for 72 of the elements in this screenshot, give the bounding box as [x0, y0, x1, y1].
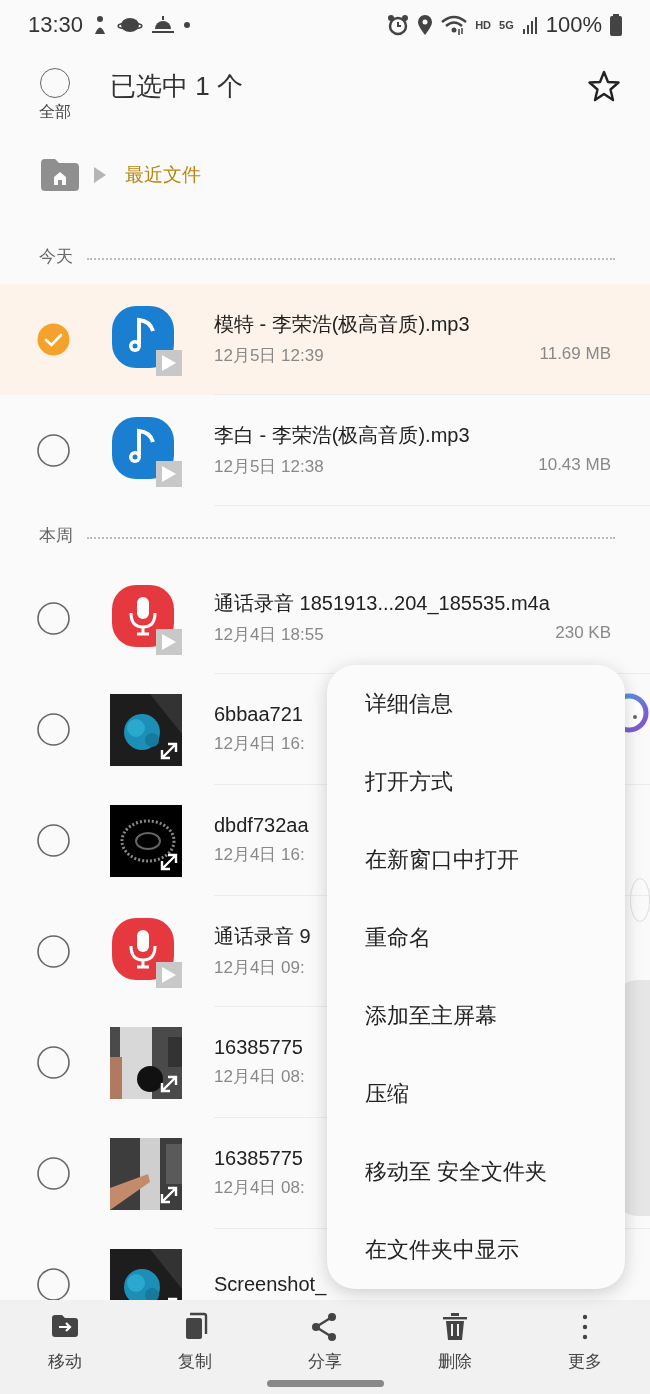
file-size: 10.43 MB	[538, 455, 611, 476]
menu-item[interactable]: 移动至 安全文件夹	[327, 1133, 625, 1211]
file-name: 6bbaa721	[214, 703, 303, 726]
planet-icon	[117, 15, 144, 35]
menu-item[interactable]: 添加至主屏幕	[327, 977, 625, 1055]
file-date: 12月4日 16:	[214, 844, 305, 866]
menu-item[interactable]: 详细信息	[327, 665, 625, 743]
file-row[interactable]: 模特 - 李荣浩(极高音质).mp3 12月5日 12:39 11.69 MB	[0, 284, 650, 395]
file-name: 16385775	[214, 1036, 303, 1059]
expand-icon	[160, 1185, 178, 1204]
checkbox[interactable]	[37, 434, 70, 467]
checkbox[interactable]	[37, 1157, 70, 1190]
file-date: 12月4日 08:	[214, 1066, 305, 1088]
file-date: 12月4日 08:	[214, 1177, 305, 1199]
battery-percent: 100%	[545, 12, 602, 38]
file-size: 11.69 MB	[539, 344, 611, 365]
network-label: HD	[475, 19, 492, 31]
network-label: 5G	[499, 19, 514, 31]
triangle-icon	[93, 166, 107, 184]
toolbar-action[interactable]: 复制	[130, 1300, 260, 1394]
file-date: 12月4日 18:55	[214, 624, 324, 646]
section-label: 本周	[39, 525, 73, 547]
home-folder-icon[interactable]	[41, 159, 79, 191]
file-name: 模特 - 李荣浩(极高音质).mp3	[214, 312, 470, 337]
location-icon	[417, 14, 434, 36]
menu-item[interactable]: 压缩	[327, 1055, 625, 1133]
play-badge-icon	[156, 628, 182, 655]
checkbox[interactable]	[37, 1046, 70, 1079]
expand-icon	[160, 852, 178, 871]
expand-icon	[160, 741, 178, 760]
file-date: 12月5日 12:39	[214, 345, 324, 367]
file-name: 通话录音 1851913...204_185535.m4a	[214, 591, 550, 617]
file-date: 12月4日 09:	[214, 957, 305, 979]
sunrise-icon	[151, 15, 176, 35]
play-badge-icon	[156, 961, 182, 988]
file-name: 通话录音 9	[214, 924, 311, 949]
file-name: 李白 - 李荣浩(极高音质).mp3	[214, 423, 470, 448]
section-label: 今天	[39, 246, 73, 268]
dot-icon	[183, 21, 192, 29]
selection-title: 已选中 1 个	[110, 69, 244, 103]
file-name: dbdf732aa	[214, 814, 309, 837]
file-name: 16385775	[214, 1147, 303, 1170]
signal-icon	[521, 15, 538, 35]
file-row[interactable]: 李白 - 李荣浩(极高音质).mp3 12月5日 12:38 10.43 MB	[0, 395, 650, 506]
wifi-icon	[441, 14, 468, 36]
menu-item[interactable]: 打开方式	[327, 743, 625, 821]
star-icon[interactable]	[588, 70, 620, 102]
toolbar-action[interactable]: 更多	[520, 1300, 650, 1394]
more-icon	[582, 1312, 588, 1342]
toolbar-action[interactable]: 移动	[0, 1300, 130, 1394]
expand-icon	[160, 1074, 178, 1093]
checkbox[interactable]	[37, 824, 70, 857]
play-badge-icon	[156, 460, 182, 487]
file-name: Screenshot_	[214, 1272, 327, 1296]
checked-checkbox[interactable]	[37, 323, 70, 356]
checkbox[interactable]	[37, 935, 70, 968]
file-date: 12月4日 16:	[214, 733, 305, 755]
checkbox[interactable]	[37, 713, 70, 746]
play-badge-icon	[156, 349, 182, 376]
select-all-label: 全部	[39, 101, 71, 122]
menu-item[interactable]: 在新窗口中打开	[327, 821, 625, 899]
file-date: 12月5日 12:38	[214, 456, 324, 478]
menu-item[interactable]: 重命名	[327, 899, 625, 977]
file-size: 230 KB	[555, 623, 611, 644]
battery-icon	[610, 14, 622, 36]
toolbar-action[interactable]: 删除	[390, 1300, 520, 1394]
clock-time: 13:30	[28, 12, 84, 38]
alarm-icon	[387, 14, 410, 36]
checkbox[interactable]	[37, 1268, 70, 1300]
menu-item[interactable]: 在文件夹中显示	[327, 1211, 625, 1289]
checkbox[interactable]	[37, 602, 70, 635]
trash-icon	[440, 1312, 470, 1342]
